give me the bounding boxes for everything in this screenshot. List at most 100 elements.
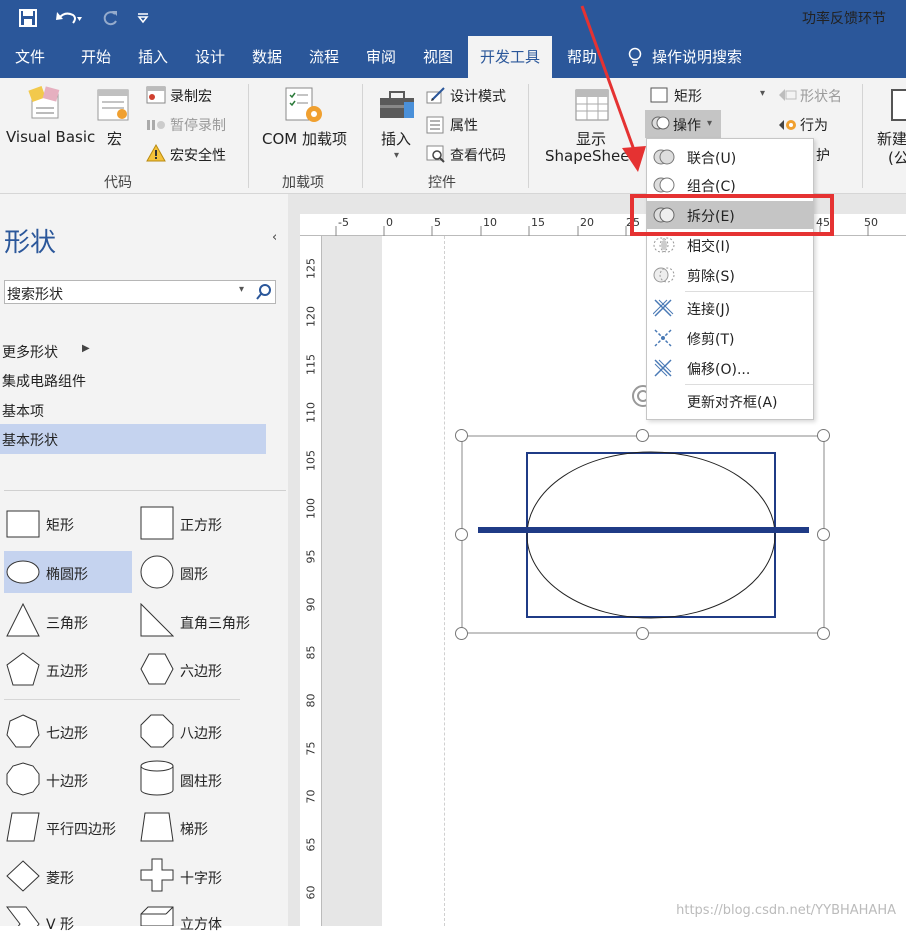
collapse-panel-icon[interactable]: ‹ [272, 230, 277, 245]
chevron-shape-icon[interactable] [5, 906, 40, 934]
heptagon-shape-icon[interactable] [6, 714, 40, 752]
shape-item-square[interactable]: 正方形 [180, 515, 222, 535]
menu-item-update-alignment-box[interactable]: 更新对齐框(A) [647, 387, 813, 415]
view-code-button[interactable]: 查看代码 [450, 145, 506, 165]
record-macro-icon[interactable] [146, 86, 166, 108]
shape-item-parallelogram[interactable]: 平行四边形 [46, 819, 116, 839]
tab-view[interactable]: 视图 [410, 36, 466, 78]
redo-icon[interactable] [96, 0, 124, 36]
tab-file[interactable]: 文件 [0, 36, 60, 78]
chevron-down-icon[interactable]: ▾ [707, 118, 712, 129]
resize-handle[interactable] [455, 627, 468, 640]
resize-handle[interactable] [455, 429, 468, 442]
search-shapes-input[interactable]: 搜索形状 ▾ [4, 280, 276, 304]
cube-shape-icon[interactable] [140, 906, 174, 930]
design-mode-button[interactable]: 设计模式 [450, 86, 506, 106]
macro-security-button[interactable]: 宏安全性 [170, 145, 226, 165]
menu-item-trim[interactable]: 修剪(T) [647, 324, 813, 352]
decagon-shape-icon[interactable] [6, 762, 40, 800]
menu-item-join[interactable]: 连接(J) [647, 294, 813, 322]
shape-item-diamond[interactable]: 菱形 [46, 868, 74, 888]
record-macro-button[interactable]: 录制宏 [170, 86, 212, 106]
chevron-down-icon[interactable]: ▾ [394, 150, 399, 161]
resize-handle[interactable] [817, 627, 830, 640]
pause-recording-button[interactable]: 暂停录制 [170, 115, 226, 135]
resize-handle[interactable] [817, 528, 830, 541]
chevron-right-icon[interactable]: ▶ [82, 343, 90, 354]
resize-handle[interactable] [636, 429, 649, 442]
new-stencil-line1[interactable]: 新建 [877, 128, 906, 149]
resize-handle[interactable] [455, 528, 468, 541]
menu-item-union[interactable]: 联合(U) [647, 143, 813, 171]
shape-item-cross[interactable]: 十字形 [180, 868, 222, 888]
shape-item-decagon[interactable]: 十边形 [46, 771, 88, 791]
undo-icon[interactable] [52, 0, 86, 36]
shape-item-triangle[interactable]: 三角形 [46, 613, 88, 633]
tab-data[interactable]: 数据 [238, 36, 296, 78]
insert-control-button[interactable]: 插入 [381, 128, 411, 149]
tab-insert[interactable]: 插入 [124, 36, 182, 78]
ellipse-shape-icon[interactable] [6, 560, 40, 588]
right-triangle-shape-icon[interactable] [140, 602, 175, 641]
shape-item-trapezoid[interactable]: 梯形 [180, 819, 208, 839]
resize-handle[interactable] [636, 627, 649, 640]
stencil-item-selected[interactable]: 基本形状 [0, 424, 266, 454]
octagon-shape-icon[interactable] [140, 714, 174, 752]
tab-developer[interactable]: 开发工具 [468, 36, 552, 78]
behavior-button[interactable]: 行为 [800, 115, 828, 135]
tab-process[interactable]: 流程 [296, 36, 352, 78]
com-addins-button[interactable]: COM 加载项 [262, 128, 347, 149]
shape-item-right-triangle[interactable]: 直角三角形 [180, 613, 250, 633]
rectangle-tool-button[interactable]: 矩形 [674, 86, 702, 106]
customize-icon[interactable] [134, 0, 152, 36]
parallelogram-shape-icon[interactable] [6, 812, 40, 846]
stencil-item[interactable]: 集成电路组件 [2, 371, 86, 391]
chevron-down-icon[interactable]: ▾ [760, 88, 765, 99]
macros-button[interactable]: 宏 [107, 128, 122, 149]
shape-name-button[interactable]: 形状名 [800, 86, 842, 106]
shape-item-heptagon[interactable]: 七边形 [46, 723, 88, 743]
search-icon[interactable] [255, 283, 273, 301]
visual-basic-icon[interactable] [26, 85, 66, 126]
trapezoid-shape-icon[interactable] [140, 812, 174, 846]
save-icon[interactable] [14, 0, 42, 36]
visual-basic-button[interactable]: Visual Basic [6, 128, 95, 146]
operations-label[interactable]: 操作 [673, 115, 701, 135]
rectangle-shape-icon[interactable] [6, 510, 40, 542]
chevron-down-icon[interactable]: ▾ [239, 284, 244, 295]
tab-home[interactable]: 开始 [66, 36, 126, 78]
hexagon-shape-icon[interactable] [140, 652, 174, 690]
pentagon-shape-icon[interactable] [6, 652, 40, 690]
tell-me-search[interactable]: 操作说明搜索 [652, 36, 762, 78]
resize-handle[interactable] [817, 429, 830, 442]
shape-item-cylinder[interactable]: 圆柱形 [180, 771, 222, 791]
diamond-shape-icon[interactable] [6, 860, 40, 896]
macros-icon[interactable] [96, 88, 132, 126]
tab-design[interactable]: 设计 [182, 36, 238, 78]
shape-item-pentagon[interactable]: 五边形 [46, 661, 88, 681]
shape-item-hexagon[interactable]: 六边形 [180, 661, 222, 681]
shape-item-chevron[interactable]: V 形 [46, 914, 74, 934]
new-stencil-icon[interactable] [890, 88, 906, 126]
rectangle-shape[interactable] [526, 452, 776, 618]
more-shapes-menu[interactable]: 更多形状 [2, 342, 58, 362]
shape-item-rectangle[interactable]: 矩形 [46, 515, 74, 535]
toolbox-icon[interactable] [378, 88, 418, 126]
shape-item-circle[interactable]: 圆形 [180, 564, 208, 584]
new-stencil-line2[interactable]: (公 [888, 147, 906, 168]
menu-item-subtract[interactable]: 剪除(S) [647, 261, 813, 289]
properties-button[interactable]: 属性 [450, 115, 478, 135]
circle-shape-icon[interactable] [140, 555, 174, 593]
protect-button[interactable]: 护 [816, 145, 830, 165]
stencil-item[interactable]: 基本项 [2, 401, 44, 421]
shape-item-cube[interactable]: 立方体 [180, 914, 222, 934]
shape-item-octagon[interactable]: 八边形 [180, 723, 222, 743]
shape-item-ellipse[interactable]: 椭圆形 [46, 564, 88, 584]
triangle-shape-icon[interactable] [6, 602, 40, 641]
cross-shape-icon[interactable] [140, 858, 174, 896]
tab-review[interactable]: 审阅 [352, 36, 410, 78]
cylinder-shape-icon[interactable] [140, 760, 174, 800]
square-shape-icon[interactable] [140, 506, 174, 544]
com-addins-icon[interactable] [282, 86, 326, 130]
menu-item-offset[interactable]: 偏移(O)... [647, 354, 813, 382]
